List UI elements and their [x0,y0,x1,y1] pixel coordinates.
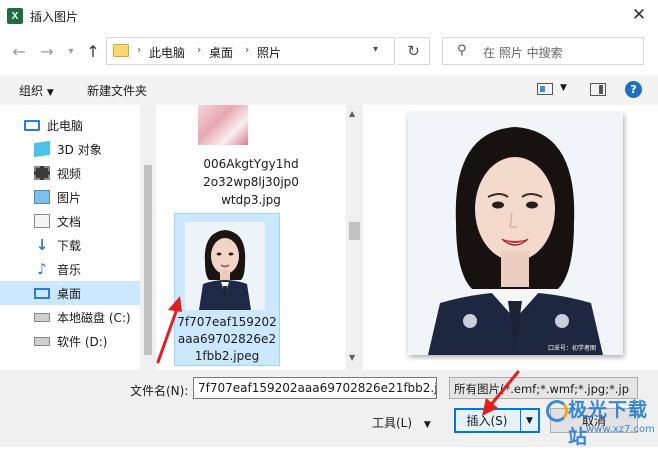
close-button[interactable]: ✕ [626,3,652,27]
preview-image: 口采号：初学者图 [408,113,623,355]
sidebar-item-drive-d[interactable]: 软件 (D:) [0,329,140,353]
computer-icon [24,119,40,131]
preview-pane-icon[interactable] [590,83,606,96]
download-icon: ↓ [35,236,49,254]
search-placeholder: 在 照片 中搜索 [483,46,563,60]
sidebar-item-music[interactable]: ♪ 音乐 [0,257,140,281]
file-thumbnail[interactable] [198,105,248,145]
cube-icon [34,140,50,158]
music-icon: ♪ [37,260,47,278]
portrait-image [408,113,623,355]
address-bar[interactable]: › 此电脑 › 桌面 › 照片 ▾ [106,37,395,65]
breadcrumb-item[interactable]: 照片 [257,44,281,61]
chevron-right-icon: › [245,43,250,56]
preview-pane: 口采号：初学者图 [363,105,658,370]
sidebar-item-videos[interactable]: 视频 [0,161,140,185]
document-icon [34,214,50,228]
picture-icon [34,190,50,204]
sidebar-item-3d-objects[interactable]: 3D 对象 [0,137,140,161]
file-item-label[interactable]: 006AkgtYgy1hd 2o32wp8lj30jp0 wtdp3.jpg [156,155,346,209]
up-button[interactable]: ↑ [84,42,102,61]
new-folder-button[interactable]: 新建文件夹 [87,82,147,99]
chevron-right-icon: › [197,43,202,56]
sidebar-item-label: 文档 [57,214,82,229]
site-watermark-url: www.xz7.com [586,424,655,435]
tools-button[interactable]: 工具(L) ▼ [372,414,431,431]
drive-icon [34,336,50,346]
forward-button[interactable]: → [38,42,56,61]
help-icon[interactable]: ? [625,81,642,98]
sidebar-item-documents[interactable]: 文档 [0,209,140,233]
folder-icon [113,44,129,57]
tools-label: 工具(L) [372,416,413,430]
scroll-down-icon[interactable]: ▼ [349,353,355,362]
view-options-icon[interactable] [537,83,553,95]
close-icon: ✕ [631,5,647,25]
scrollbar-thumb[interactable] [349,222,360,240]
desktop-icon [34,287,50,299]
organize-label: 组织 [19,84,44,98]
address-dropdown-icon[interactable]: ▾ [373,44,378,55]
search-icon: ⚲ [457,43,467,58]
file-thumbnail[interactable] [185,222,265,310]
chevron-down-icon: ▼ [46,88,54,98]
refresh-icon: ↻ [407,42,420,60]
filename-input[interactable]: 7f707eaf159202aaa69702826e21fbb2.j [193,377,437,399]
search-input[interactable]: ⚲ 在 照片 中搜索 [442,37,644,65]
excel-icon: X [7,8,23,24]
breadcrumb-item[interactable]: 此电脑 [149,44,185,61]
sidebar-item-label: 下载 [57,238,82,253]
sidebar-item-label: 本地磁盘 (C:) [57,310,131,325]
sidebar-item-downloads[interactable]: ↓ 下载 [0,233,140,257]
breadcrumb-item[interactable]: 桌面 [209,44,233,61]
sidebar-item-drive-c[interactable]: 本地磁盘 (C:) [0,305,140,329]
back-button[interactable]: ← [10,42,28,61]
file-item-label: 7f707eaf159202 aaa69702826e2 1fbb2.jpeg [177,315,277,363]
chevron-down-icon[interactable]: ▼ [560,83,567,93]
sidebar-item-this-pc[interactable]: 此电脑 [0,113,140,137]
toolbar: 组织 ▼ 新建文件夹 ▼ ? [0,75,658,105]
sidebar-item-label: 图片 [57,190,82,205]
title-bar [0,0,658,32]
refresh-button[interactable]: ↻ [398,37,430,65]
annotation-arrow [482,370,520,416]
sidebar-item-label: 桌面 [57,286,82,301]
scroll-up-icon[interactable]: ▲ [349,109,355,118]
chevron-down-icon: ▼ [423,420,431,430]
chevron-right-icon: › [137,43,142,56]
sidebar-item-label: 软件 (D:) [57,334,108,349]
image-watermark: 口采号：初学者图 [548,345,597,352]
file-list-scrollbar[interactable]: ▲ ▼ [346,105,363,370]
filename-value: 7f707eaf159202aaa69702826e21fbb2.j [198,381,437,395]
annotation-arrow [156,296,182,364]
sidebar-item-pictures[interactable]: 图片 [0,185,140,209]
sidebar-item-label: 视频 [57,166,82,181]
portrait-image [185,222,265,310]
sidebar-item-label: 音乐 [57,262,82,277]
video-icon [34,166,50,180]
recent-dropdown-button[interactable]: ▾ [62,46,80,57]
navigation-pane: 此电脑 3D 对象 视频 图片 文档 ↓ 下载 ♪ 音乐 桌面 本地磁盘 (C:… [0,105,156,370]
organize-button[interactable]: 组织 ▼ [19,82,54,99]
site-watermark-text: 极光下载站 [568,399,649,448]
window-title: 插入图片 [30,10,79,24]
drive-icon [34,312,50,322]
filename-label: 文件名(N): [130,384,189,398]
sidebar-item-label: 此电脑 [47,118,84,133]
sidebar-item-desktop[interactable]: 桌面 [0,281,140,305]
site-logo-icon [546,400,568,422]
sidebar-item-label: 3D 对象 [57,142,102,157]
